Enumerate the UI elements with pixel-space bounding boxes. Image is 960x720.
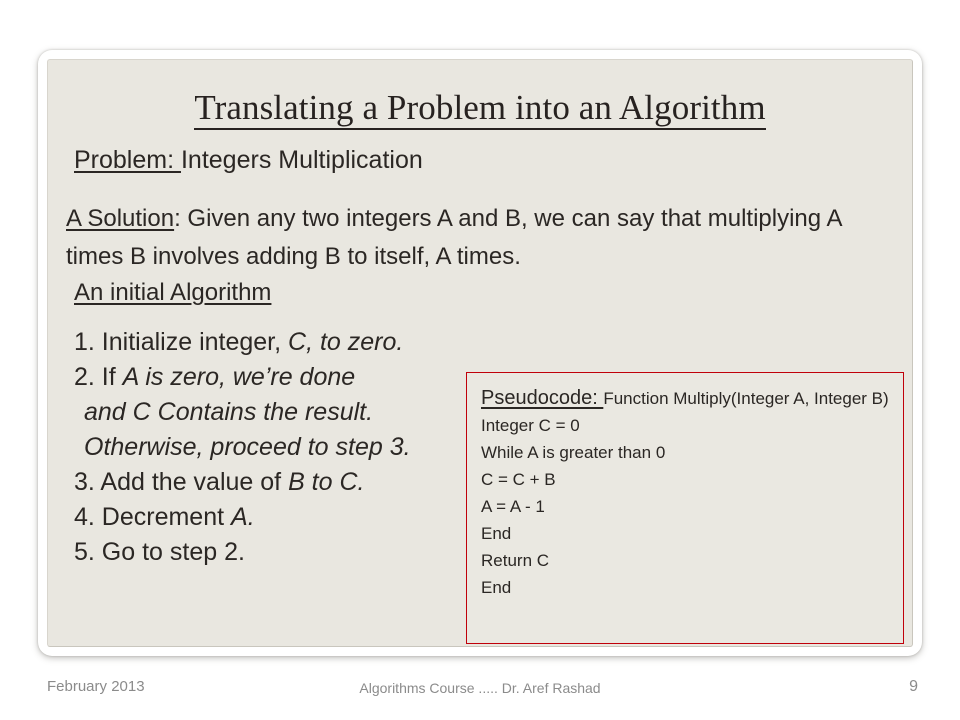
step-text-emphasis: A is zero, we’re done	[122, 363, 356, 391]
list-item: 4. Decrement A.	[74, 500, 494, 535]
step-text-emphasis: B to C.	[288, 468, 365, 496]
pseudocode-line: End	[481, 524, 512, 543]
solution-text: : Given any two integers A and B, we can…	[66, 205, 842, 270]
step-number: 5.	[74, 538, 102, 566]
step-text-emphasis: C, to zero.	[288, 328, 404, 356]
step-number: 4.	[74, 503, 102, 531]
solution-label: A Solution	[66, 205, 175, 232]
list-item: Otherwise, proceed to step 3.	[74, 430, 494, 465]
initial-algorithm-heading: An initial Algorithm	[74, 276, 271, 310]
page-title: Translating a Problem into an Algorithm	[48, 88, 912, 130]
pseudocode-signature: Function Multiply(Integer A, Integer B)	[603, 389, 889, 408]
problem-text: Integers Multiplication	[180, 146, 423, 174]
step-text: Initialize integer,	[101, 328, 289, 356]
list-item: 3. Add the value of B to C.	[74, 465, 494, 500]
pseudocode-line: End	[481, 578, 512, 597]
step-number: 1.	[74, 328, 102, 356]
problem-label: Problem:	[74, 146, 181, 174]
step-text: Add the value of	[100, 468, 289, 496]
list-item: and C Contains the result.	[74, 395, 494, 430]
page-title-text: Translating a Problem into an Algorithm	[194, 88, 766, 130]
list-item: 2. If A is zero, we’re done	[74, 360, 494, 395]
step-text-emphasis: A.	[231, 503, 255, 531]
pseudocode-line: While A is greater than 0	[481, 443, 666, 462]
pseudocode-line: Integer C = 0	[481, 416, 580, 435]
pseudocode-signature-line: Pseudocode: Function Multiply(Integer A,…	[481, 385, 893, 412]
algorithm-steps-list: 1. Initialize integer, C, to zero. 2. If…	[74, 325, 494, 570]
pseudocode-line: A = A - 1	[481, 497, 545, 516]
footer-page-number: 9	[909, 678, 918, 695]
slide-canvas: Translating a Problem into an Algorithm …	[47, 59, 913, 647]
problem-line: Problem: Integers Multiplication	[74, 143, 423, 177]
step-number: 3.	[74, 468, 101, 496]
pseudocode-box: Pseudocode: Function Multiply(Integer A,…	[466, 372, 904, 644]
step-text: Decrement	[101, 503, 232, 531]
list-item: 1. Initialize integer, C, to zero.	[74, 325, 494, 360]
list-item: 5. Go to step 2.	[74, 535, 494, 570]
solution-block: A Solution: Given any two integers A and…	[66, 200, 896, 276]
step-number: 2.	[74, 363, 102, 391]
pseudocode-line: C = C + B	[481, 470, 556, 489]
slide-frame: Translating a Problem into an Algorithm …	[38, 50, 922, 656]
pseudocode-line: Return C	[481, 551, 550, 570]
initial-algorithm-heading-text: An initial Algorithm	[74, 279, 272, 306]
pseudocode-label: Pseudocode:	[481, 387, 604, 409]
step-text-emphasis: and C Contains the result.	[84, 398, 374, 426]
step-text: Go to step 2.	[101, 538, 245, 566]
step-text: If	[101, 363, 123, 391]
footer-course-author: Algorithms Course ..... Dr. Aref Rashad	[359, 680, 601, 696]
step-text-emphasis: Otherwise, proceed to step 3.	[84, 433, 411, 461]
